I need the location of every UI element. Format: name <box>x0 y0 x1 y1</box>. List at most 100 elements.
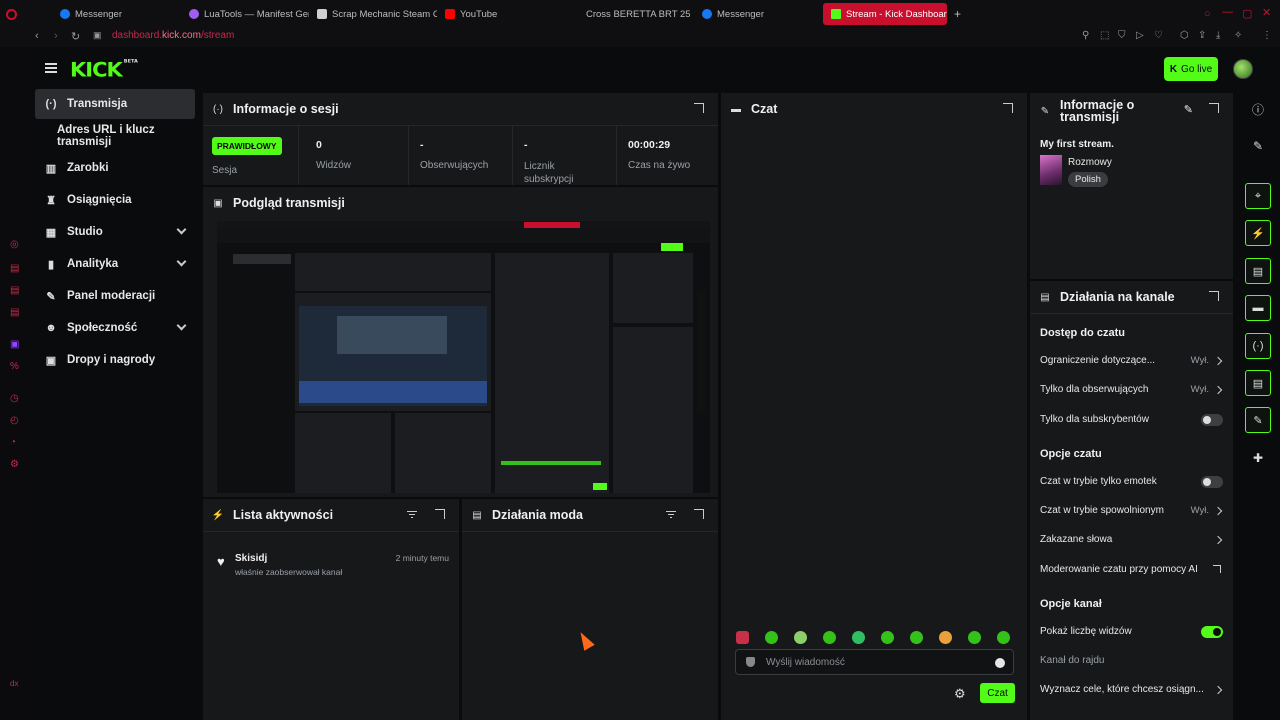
play-icon[interactable]: ▷ <box>1136 30 1144 41</box>
tab-beretta[interactable]: Cross BERETTA BRT 250 2 <box>578 3 690 25</box>
add-widget-icon[interactable]: ✚ <box>1245 445 1271 471</box>
menu-icon[interactable]: ⋮ <box>1262 30 1272 41</box>
rail-wrench-button[interactable]: ✎ <box>1245 407 1271 433</box>
banned-words-row[interactable]: Zakazane słowa <box>1040 534 1223 550</box>
store-icon[interactable]: ▤ <box>10 307 19 318</box>
popout-icon[interactable] <box>1003 103 1013 113</box>
sidebar-item-analityka[interactable]: ▮ Analityka <box>35 249 195 279</box>
followers-only-row[interactable]: Tylko dla obserwujących Wył. <box>1040 384 1223 400</box>
sidebar-item-dropy[interactable]: ▣ Dropy i nagrody <box>35 345 195 375</box>
new-tab-button[interactable]: + <box>950 3 966 25</box>
heart-icon[interactable]: ♡ <box>1154 30 1163 41</box>
tab-messenger-2[interactable]: Messenger <box>694 3 822 25</box>
dx-icon[interactable]: dx <box>10 679 18 688</box>
twitch-icon[interactable]: ▣ <box>10 339 19 350</box>
goals-row[interactable]: Wyznacz cele, które chcesz osiągn... <box>1040 684 1223 700</box>
minimize-icon[interactable]: — <box>1222 6 1233 18</box>
slow-mode-row[interactable]: Czat w trybie spowolnionym Wył. <box>1040 505 1223 521</box>
popout-icon[interactable] <box>435 509 445 519</box>
emote-icon[interactable] <box>881 631 894 644</box>
popout-icon[interactable] <box>694 509 704 519</box>
pin-icon[interactable]: ⚲ <box>1082 30 1089 41</box>
tab-kick-dashboard[interactable]: Stream - Kick Dashboard <box>823 3 947 25</box>
settings-icon[interactable]: ⚙ <box>10 459 19 470</box>
show-viewers-toggle[interactable] <box>1201 626 1223 638</box>
filter-icon[interactable] <box>407 511 417 519</box>
raid-channel-row[interactable]: Kanał do rajdu <box>1040 655 1223 671</box>
right-rail: ⓘ ✎ ⌖ ⚡ ▤ ▬ (·) ▤ ✎ ✚ <box>1240 91 1280 720</box>
activity-panel: ⚡ Lista aktywności ♥ Skisidj właśnie zaob… <box>203 499 459 720</box>
ai-icon[interactable]: ✧ <box>1234 30 1242 41</box>
section-channel-options: Opcje kanał <box>1040 598 1102 610</box>
subs-only-toggle[interactable] <box>1201 414 1223 426</box>
edit-icon[interactable]: ✎ <box>1245 133 1271 159</box>
aria-icon[interactable]: ◎ <box>10 239 19 250</box>
tab-scrap-mechanic[interactable]: Scrap Mechanic Steam Ch <box>309 3 437 25</box>
send-chat-button[interactable]: Czat <box>980 683 1015 703</box>
rail-chat-button[interactable]: ▬ <box>1245 295 1271 321</box>
rail-channel-button[interactable]: ▤ <box>1245 370 1271 396</box>
search-icon[interactable]: ○ <box>1204 8 1211 20</box>
share-icon[interactable]: ⇪ <box>1198 30 1206 41</box>
extensions-icon[interactable]: ⬡ <box>1180 30 1189 41</box>
clock-icon[interactable]: ◷ <box>10 393 19 404</box>
emote-icon[interactable] <box>939 631 952 644</box>
forward-icon[interactable]: › <box>54 30 58 42</box>
history-icon[interactable]: ◴ <box>10 415 19 426</box>
chevron-right-icon <box>1213 685 1223 695</box>
emote-icon[interactable] <box>852 631 865 644</box>
tab-luatools[interactable]: LuaTools — Manifest Gene <box>181 3 309 25</box>
rail-broadcast-button[interactable]: (·) <box>1245 333 1271 359</box>
gear-icon[interactable]: ⚙ <box>954 686 966 702</box>
bag-icon[interactable]: ▤ <box>10 263 19 274</box>
sidebar-item-panel-moderacji[interactable]: ✎ Panel moderacji <box>35 281 195 311</box>
emote-icon[interactable] <box>997 631 1010 644</box>
chat-message-input[interactable] <box>766 654 986 670</box>
emote-icon[interactable] <box>968 631 981 644</box>
emoji-icon[interactable] <box>995 658 1005 668</box>
emote-icon[interactable] <box>910 631 923 644</box>
go-live-button[interactable]: K Go live <box>1164 57 1218 81</box>
opera-logo-icon[interactable] <box>6 3 28 25</box>
hamburger-menu-icon[interactable] <box>45 63 57 73</box>
ai-moderation-row[interactable]: Moderowanie czatu przy pomocy AI <box>1040 564 1223 580</box>
emote-icon[interactable] <box>765 631 778 644</box>
sidebar-item-stream-key[interactable]: Adres URL i klucz transmisji <box>35 121 195 151</box>
kick-logo[interactable]: KICK BETA <box>70 59 138 82</box>
popout-icon[interactable] <box>1209 103 1219 113</box>
stream-preview-video[interactable] <box>217 221 710 493</box>
rail-mod-button[interactable]: ▤ <box>1245 258 1271 284</box>
filter-icon[interactable] <box>666 511 676 519</box>
popout-icon[interactable] <box>1209 291 1219 301</box>
sidebar-item-spolecznosc[interactable]: ☻ Społeczność <box>35 313 195 343</box>
edit-icon[interactable]: ✎ <box>1184 103 1193 116</box>
info-icon[interactable]: ⓘ <box>1245 96 1271 122</box>
maximize-icon[interactable]: ▢ <box>1242 7 1252 20</box>
sidebar-item-studio[interactable]: ▦ Studio <box>35 217 195 247</box>
close-window-icon[interactable]: ✕ <box>1262 6 1271 19</box>
percent-icon[interactable]: % <box>10 361 19 372</box>
shield-icon[interactable]: ⛉ <box>1118 30 1126 41</box>
tab-messenger-1[interactable]: Messenger <box>52 3 180 25</box>
rail-activity-button[interactable]: ⚡ <box>1245 220 1271 246</box>
rail-focus-button[interactable]: ⌖ <box>1245 183 1271 209</box>
back-icon[interactable]: ‹ <box>35 30 39 42</box>
download-icon[interactable]: ⤓ <box>1216 30 1220 41</box>
reload-icon[interactable]: ↻ <box>71 30 80 43</box>
emote-only-toggle[interactable] <box>1201 476 1223 488</box>
tab-youtube[interactable]: YouTube <box>437 3 565 25</box>
sidebar-item-transmisja[interactable]: (·) Transmisja <box>35 89 195 119</box>
sidebar-item-zarobki[interactable]: ▥ Zarobki <box>35 153 195 183</box>
emote-icon[interactable] <box>823 631 836 644</box>
emote-icon[interactable] <box>736 631 749 644</box>
browser-tab-bar: Messenger LuaTools — Manifest Gene Scrap… <box>0 0 1280 28</box>
mail-icon[interactable]: ▤ <box>10 285 19 296</box>
url-field[interactable]: dashboard.kick.com/stream <box>112 30 234 41</box>
timer-icon[interactable]: ◔ <box>10 437 16 448</box>
avatar[interactable] <box>1233 59 1253 79</box>
age-limit-row[interactable]: Ograniczenie dotyczące... Wył. <box>1040 355 1223 371</box>
emote-icon[interactable] <box>794 631 807 644</box>
popout-icon[interactable] <box>694 103 704 113</box>
snapshot-icon[interactable]: ⬚ <box>1100 30 1109 41</box>
sidebar-item-osiagniecia[interactable]: ♜ Osiągnięcia <box>35 185 195 215</box>
